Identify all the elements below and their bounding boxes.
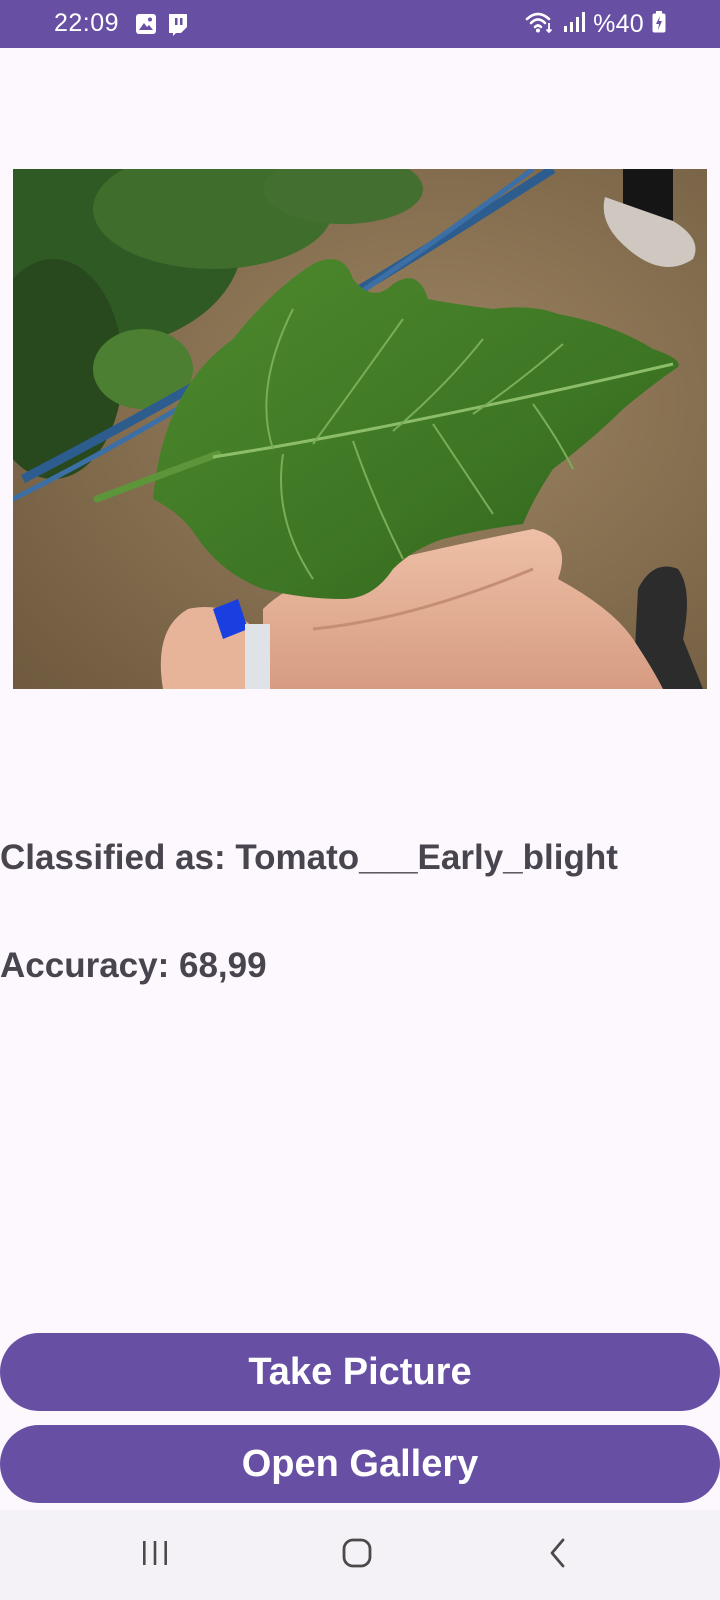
signal-icon (563, 11, 586, 38)
back-icon (546, 1537, 570, 1574)
recents-icon (140, 1539, 170, 1572)
home-button[interactable] (327, 1532, 387, 1578)
system-navigation-bar (0, 1510, 720, 1600)
gallery-notification-icon (135, 13, 157, 42)
take-picture-button[interactable]: Take Picture (0, 1333, 720, 1411)
recents-button[interactable] (125, 1532, 185, 1578)
open-gallery-button[interactable]: Open Gallery (0, 1425, 720, 1503)
home-icon (341, 1537, 373, 1574)
status-bar: 22:09 %40 (0, 0, 720, 48)
back-button[interactable] (528, 1532, 588, 1578)
accuracy-result-text: Accuracy: 68,99 (0, 946, 267, 985)
notification-icons (135, 13, 188, 42)
battery-percentage: %40 (593, 10, 644, 38)
tomato-leaf-photo (13, 169, 707, 689)
classification-result-text: Classified as: Tomato___Early_blight (0, 838, 618, 877)
wifi-icon (525, 10, 555, 39)
status-time: 22:09 (54, 9, 120, 37)
twitch-notification-icon (166, 13, 188, 42)
status-indicators: %40 (525, 10, 666, 39)
battery-charging-icon (652, 11, 666, 38)
